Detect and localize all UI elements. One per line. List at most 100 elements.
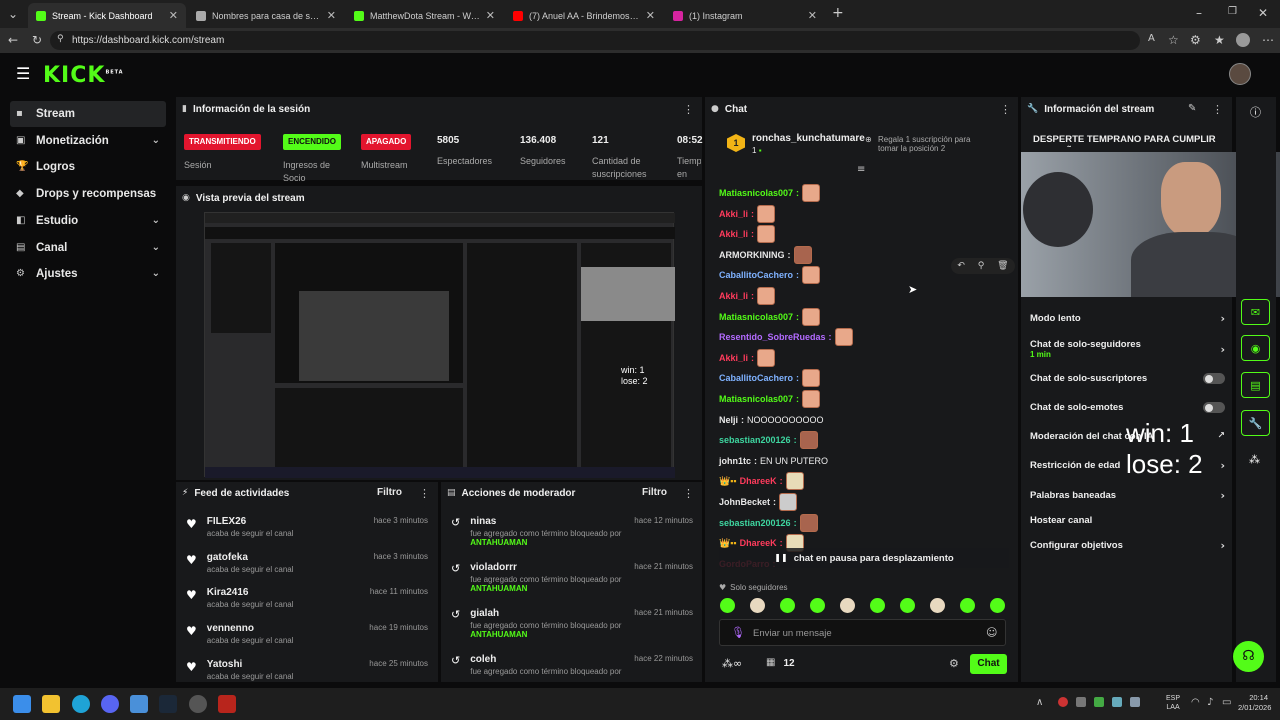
- chat-username[interactable]: Akki_li: [719, 229, 748, 239]
- chat-username[interactable]: Nelji: [719, 415, 738, 425]
- stream-title-text[interactable]: DESPERTE TEMPRANO PARA CUMPLIR MI SUEÑO: [1033, 134, 1228, 147]
- quick-emote-icon[interactable]: [960, 598, 975, 613]
- info-menu-icon[interactable]: ⋮: [1212, 103, 1223, 116]
- option-chat-de-solo-seguidores[interactable]: Chat de solo-seguidores 1 min ›: [1030, 339, 1225, 359]
- chat-username[interactable]: Matiasnicolas007: [719, 312, 793, 322]
- browser-tab[interactable]: (7) Anuel AA - Brindemos feat. Oz ✕: [505, 3, 663, 28]
- file-explorer-icon[interactable]: [42, 695, 60, 713]
- new-tab-icon[interactable]: +: [832, 6, 844, 20]
- tab-close-icon[interactable]: ✕: [486, 10, 495, 21]
- moderator-term[interactable]: gialah: [470, 608, 621, 619]
- kick-logo[interactable]: KICKBETA: [43, 63, 124, 88]
- chat-username[interactable]: Akki_li: [719, 353, 748, 363]
- back-icon[interactable]: ←: [8, 34, 18, 46]
- activity-user[interactable]: Kira2416: [207, 587, 294, 598]
- tray-app-icon[interactable]: [1094, 697, 1104, 707]
- emoji-icon[interactable]: ☺: [986, 627, 997, 638]
- option-configurar-objetivos[interactable]: Configurar objetivos ›: [1030, 540, 1225, 551]
- external-link-icon[interactable]: ↗: [1217, 432, 1225, 441]
- broadcast-rail-button[interactable]: ◉: [1241, 335, 1270, 361]
- moderator-by[interactable]: ANTAHUAMAN: [470, 630, 621, 639]
- language-indicator[interactable]: ESP LAA: [1166, 694, 1180, 712]
- browser-tab[interactable]: Nombres para casa de streamers ✕: [188, 3, 344, 28]
- toggle-switch[interactable]: [1203, 373, 1225, 384]
- tray-app-icon[interactable]: [1058, 697, 1068, 707]
- activity-user[interactable]: FILEX26: [207, 516, 294, 527]
- toggle-switch[interactable]: [1203, 402, 1225, 413]
- edit-icon[interactable]: ✎: [1188, 104, 1196, 114]
- tab-close-icon[interactable]: ✕: [169, 10, 178, 21]
- chat-username[interactable]: sebastian200126: [719, 435, 791, 445]
- moderator-rail-button[interactable]: ▤: [1241, 372, 1270, 398]
- option-palabras-baneadas[interactable]: Palabras baneadas ›: [1030, 490, 1225, 501]
- browser-menu-icon[interactable]: ⋯: [1262, 34, 1274, 46]
- tab-close-icon[interactable]: ✕: [327, 10, 336, 21]
- quick-emote-icon[interactable]: [840, 598, 855, 613]
- profile-avatar[interactable]: [1236, 33, 1250, 47]
- undo-icon[interactable]: ↺: [451, 655, 460, 666]
- quick-emote-icon[interactable]: [750, 598, 765, 613]
- chevron-right-icon[interactable]: ›: [1220, 490, 1225, 501]
- site-info-icon[interactable]: ⚲: [57, 35, 64, 44]
- chevron-down-icon[interactable]: ⌄: [152, 269, 160, 279]
- chevron-down-icon[interactable]: ⌄: [152, 242, 160, 253]
- quick-emote-icon[interactable]: [930, 598, 945, 613]
- chevron-right-icon[interactable]: ›: [1220, 344, 1225, 355]
- points-rail-icon[interactable]: ⁂: [1249, 454, 1260, 465]
- user-avatar[interactable]: [1229, 63, 1251, 85]
- chevron-right-icon[interactable]: ›: [1220, 460, 1225, 471]
- dota-icon[interactable]: [218, 695, 236, 713]
- sidebar-item-trophy[interactable]: 🏆 Logros: [10, 154, 166, 180]
- discord-icon[interactable]: [101, 695, 119, 713]
- support-chat-button[interactable]: ☊: [1233, 641, 1264, 672]
- quick-emote-icon[interactable]: [810, 598, 825, 613]
- activity-user[interactable]: Yatoshi: [207, 659, 294, 670]
- quick-emote-icon[interactable]: [870, 598, 885, 613]
- quick-emote-icon[interactable]: [720, 598, 735, 613]
- chat-username[interactable]: CaballitoCachero: [719, 270, 793, 280]
- undo-icon[interactable]: ↺: [451, 517, 460, 528]
- tray-chevron-icon[interactable]: ∧: [1036, 698, 1043, 708]
- sidebar-item-money[interactable]: ▣ Monetización ⌄: [10, 128, 166, 154]
- chat-username[interactable]: Akki_li: [719, 291, 748, 301]
- tray-app-icon[interactable]: [1130, 697, 1140, 707]
- chat-menu-icon[interactable]: ⋮: [1000, 103, 1011, 116]
- steam-icon[interactable]: [159, 695, 177, 713]
- sidebar-item-studio[interactable]: ◧ Estudio ⌄: [10, 208, 166, 234]
- chevron-down-icon[interactable]: ⌄: [152, 135, 160, 146]
- reply-icon[interactable]: ↶: [957, 261, 965, 271]
- chat-username[interactable]: CaballitoCachero: [719, 373, 793, 383]
- sidebar-item-stream[interactable]: ▪ Stream: [10, 101, 166, 127]
- obs-icon[interactable]: [189, 695, 207, 713]
- restore-icon[interactable]: ❐: [1228, 7, 1237, 17]
- tab-list-icon[interactable]: ⌄: [8, 8, 18, 20]
- microphone-icon[interactable]: 🎙: [731, 627, 745, 638]
- chat-username[interactable]: sebastian200126: [719, 518, 791, 528]
- chat-username[interactable]: JohnBecket: [719, 497, 770, 507]
- trash-icon[interactable]: 🗑: [997, 261, 1008, 271]
- moderator-term[interactable]: coleh: [470, 654, 621, 665]
- tools-rail-button[interactable]: 🔧: [1241, 410, 1270, 436]
- chat-username[interactable]: john1tc: [719, 456, 751, 466]
- tab-close-icon[interactable]: ✕: [646, 10, 655, 21]
- wifi-icon[interactable]: ◠: [1191, 698, 1200, 708]
- tray-app-icon[interactable]: [1076, 697, 1086, 707]
- battery-icon[interactable]: ▭: [1222, 698, 1231, 708]
- chat-settings-icon[interactable]: ⚙: [949, 658, 959, 669]
- close-window-icon[interactable]: ✕: [1258, 7, 1268, 19]
- extensions-icon[interactable]: ⚙: [1190, 34, 1201, 46]
- browser-tab[interactable]: (1) Instagram ✕: [665, 3, 825, 28]
- chat-username[interactable]: Akki_li: [719, 209, 748, 219]
- activity-user[interactable]: vennenno: [207, 623, 294, 634]
- pin-icon[interactable]: ⚲: [978, 261, 985, 271]
- chevron-right-icon[interactable]: ›: [1220, 540, 1225, 551]
- option-hostear-canal[interactable]: Hostear canal: [1030, 515, 1225, 526]
- moderator-filter-button[interactable]: Filtro: [642, 487, 667, 498]
- chat-rail-button[interactable]: ✉: [1241, 299, 1270, 325]
- chevron-right-icon[interactable]: ›: [1220, 313, 1225, 324]
- session-menu-icon[interactable]: ⋮: [683, 103, 694, 116]
- collapse-leaderboard-icon[interactable]: ≡: [857, 165, 865, 175]
- sidebar-item-channel[interactable]: ▤ Canal ⌄: [10, 235, 166, 261]
- hamburger-menu-icon[interactable]: ☰: [16, 66, 30, 82]
- moderator-term[interactable]: violadorrr: [470, 562, 621, 573]
